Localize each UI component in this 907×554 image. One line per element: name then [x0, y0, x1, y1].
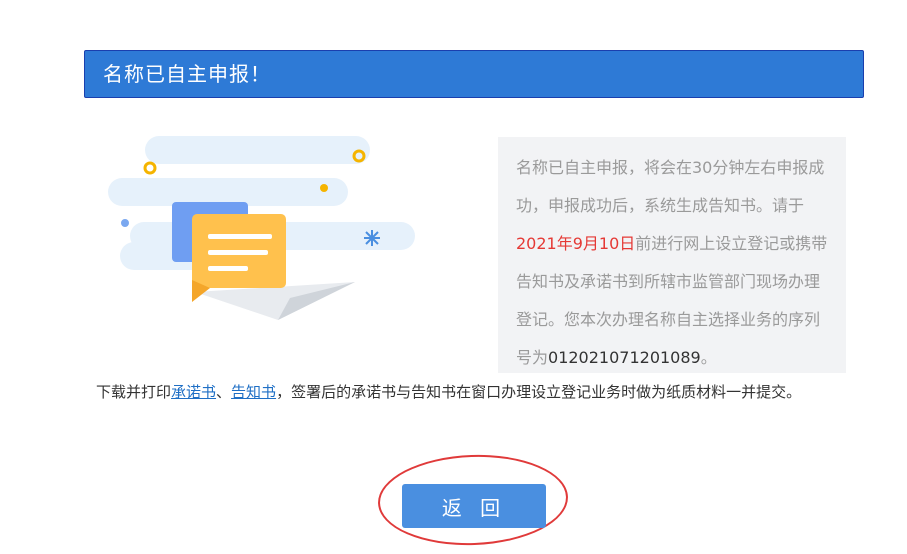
notice-text: ，签署后的承诺书与告知书在窗口办理设立登记业务时做为纸质材料一并提交。 [276, 383, 802, 401]
sparkle-icon [364, 230, 380, 246]
registration-info: 名称已自主申报，将会在30分钟左右申报成功，申报成功后，系统生成告知书。请于 20… [498, 137, 846, 373]
cloud-band [145, 136, 370, 164]
dot-icon [121, 219, 129, 227]
info-text: 。 [700, 348, 717, 367]
download-notice: 下载并打印承诺书、告知书，签署后的承诺书与告知书在窗口办理设立登记业务时做为纸质… [96, 378, 866, 407]
dot-icon [143, 161, 157, 175]
serial-number: 012021071201089 [548, 348, 701, 367]
success-banner: 名称已自主申报！ [84, 50, 864, 98]
illustration-svg [108, 136, 415, 320]
banner-title: 名称已自主申报！ [103, 62, 271, 86]
cloud-band [108, 178, 348, 206]
notice-separator: 、 [216, 383, 232, 401]
info-text: 名称已自主申报，将会在30分钟左右申报成功，申报成功后，系统生成告知书。请于 [516, 158, 825, 215]
card-line [208, 234, 272, 239]
return-button[interactable]: 返 回 [402, 484, 546, 528]
dot-icon [320, 184, 328, 192]
document-send-illustration [100, 130, 430, 330]
notification-letter-link[interactable]: 告知书 [231, 383, 276, 401]
page: 名称已自主申报！ 名称已自主申报，将会在30分钟左右申报成功，申报成功后，系统生… [0, 0, 907, 554]
commitment-letter-link[interactable]: 承诺书 [171, 383, 216, 401]
card-line [208, 266, 248, 271]
notice-text: 下载并打印 [96, 383, 172, 401]
card-line [208, 250, 268, 255]
deadline-date: 2021年9月10日 [516, 234, 636, 253]
